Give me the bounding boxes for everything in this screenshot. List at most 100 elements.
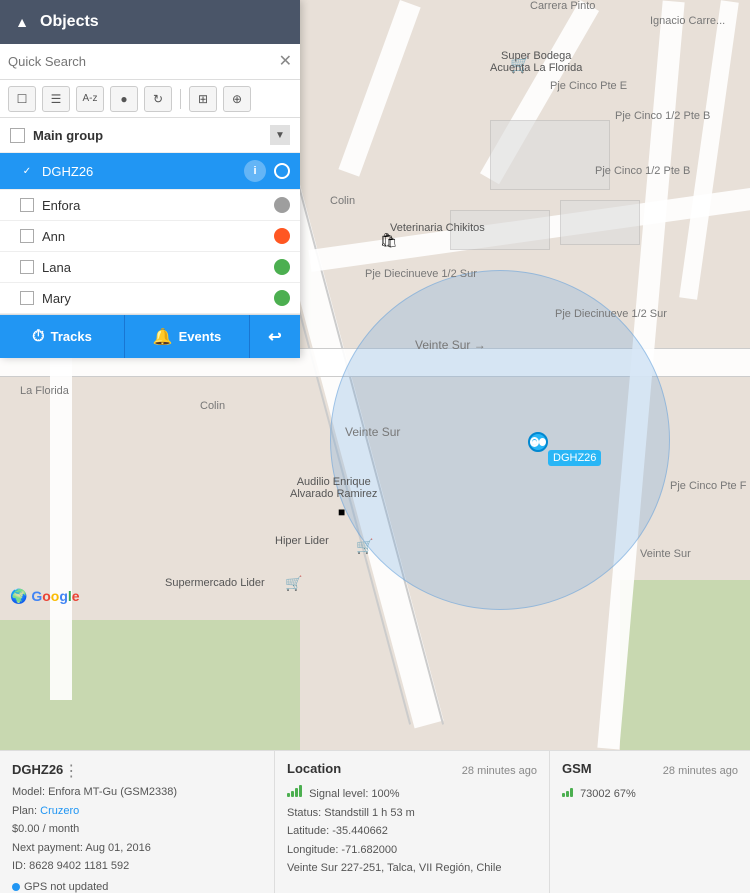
device-title: DGHZ26 [12, 762, 63, 777]
history-button[interactable]: ↩ [250, 315, 300, 358]
group-collapse-button[interactable]: ▼ [270, 125, 290, 145]
group-checkbox[interactable] [10, 128, 25, 143]
device-cost: $0.00 / month [12, 821, 262, 838]
gsm-title: GSM [562, 761, 592, 776]
device-info-col: DGHZ26 ⋮ Model: Enfora MT-Gu (GSM2338) P… [0, 751, 275, 893]
events-label: Events [179, 329, 222, 344]
map-label-top1: Carrera Pinto [530, 0, 595, 12]
object-checkbox-mary[interactable] [20, 291, 34, 305]
gsm-time-ago: 28 minutes ago [663, 765, 738, 777]
gps-status: GPS not updated [12, 879, 262, 893]
navigation-arrow-icon: ▲ [12, 12, 32, 32]
device-id: ID: 8628 9402 1181 592 [12, 858, 262, 875]
status-dot-lana [274, 259, 290, 275]
map-label-pje19b: Pje Diecinueve 1/2 Sur [555, 308, 667, 320]
search-clear-button[interactable]: ✕ [279, 54, 292, 70]
marker-label: DGHZ26 [548, 450, 601, 466]
search-bar: ✕ [0, 44, 300, 80]
object-row-mary[interactable]: Mary [0, 283, 300, 314]
object-row-enfora[interactable]: Enfora [0, 190, 300, 221]
sidebar-header: ▲ Objects [0, 0, 300, 44]
object-name-ann: Ann [42, 229, 266, 244]
tracks-label: Tracks [51, 329, 92, 344]
map-label-pje5f2: Pje Cinco Pte F [670, 480, 746, 492]
status-dot-enfora [274, 197, 290, 213]
status-dot-dghz26 [274, 163, 290, 179]
status-dot-ann [274, 228, 290, 244]
map-label-pteb: Pje Cinco 1/2 Pte B [615, 110, 710, 122]
map-label-audilio: Audilio EnriqueAlvarado Ramirez [290, 476, 377, 500]
object-checkbox-enfora[interactable] [20, 198, 34, 212]
object-checkbox-lana[interactable] [20, 260, 34, 274]
map-label-veintesur3: Veinte Sur [640, 548, 691, 560]
dot-view-button[interactable]: ● [110, 86, 138, 112]
address: Veinte Sur 227-251, Talca, VII Región, C… [287, 860, 537, 877]
map-label-top2: Ignacio Carre... [650, 15, 725, 27]
toolbar-separator [180, 89, 181, 109]
google-logo: 🌍 Google [10, 588, 80, 605]
refresh-button[interactable]: ↻ [144, 86, 172, 112]
tracks-button[interactable]: ⏱ Tracks [0, 315, 125, 358]
object-name-dghz26: DGHZ26 [42, 164, 236, 179]
sidebar-title: Objects [40, 13, 99, 31]
gps-dot-icon [12, 883, 20, 891]
device-model: Model: Enfora MT-Gu (GSM2338) [12, 784, 262, 801]
object-name-lana: Lana [42, 260, 266, 275]
map-label-veintesur: Veinte Sur → [415, 338, 486, 352]
gsm-signal-bars-icon [562, 783, 573, 797]
store-icon-4: 🛒 [356, 538, 373, 555]
sort-az-button[interactable]: A-z [76, 86, 104, 112]
signal-bars-icon [287, 783, 302, 797]
add-button[interactable]: ⊕ [223, 86, 251, 112]
geofence-circle [330, 270, 670, 610]
group-name: Main group [33, 128, 262, 143]
map-label-veintesur2: Veinte Sur [345, 425, 400, 439]
map-label-colin: Colin [330, 195, 355, 207]
events-icon: 🔔 [153, 327, 173, 347]
bottom-buttons: ⏱ Tracks 🔔 Events ↩ [0, 314, 300, 358]
device-menu-button[interactable]: ⋮ [63, 761, 79, 781]
map-label-laflorida: La Florida [20, 385, 69, 397]
location-status: Status: Standstill 1 h 53 m [287, 805, 537, 822]
object-name-enfora: Enfora [42, 198, 266, 213]
map-label-pje5f: Pje Cinco 1/2 Pte B [595, 165, 690, 177]
object-checkbox-ann[interactable] [20, 229, 34, 243]
status-dot-mary [274, 290, 290, 306]
latitude: Latitude: -35.440662 [287, 823, 537, 840]
object-checkbox-dghz26[interactable]: ✓ [20, 164, 34, 178]
plan-link[interactable]: Cruzero [40, 805, 79, 817]
store-icon-5: 🛒 [285, 575, 302, 592]
map-label-pje19: Pje Diecinueve 1/2 Sur [365, 268, 477, 280]
events-button[interactable]: 🔔 Events [125, 315, 250, 358]
store-icon-3: ■ [338, 505, 345, 519]
map-label-superbodega: Super BodegaAcuenta La Florida [490, 50, 582, 74]
grid-view-button[interactable]: ☐ [8, 86, 36, 112]
list-view-button[interactable]: ☰ [42, 86, 70, 112]
gsm-signal: 73002 67% [562, 783, 738, 803]
object-row-dghz26[interactable]: ✓ DGHZ26 i [0, 153, 300, 190]
map-label-hiperlider: Hiper Lider [275, 535, 329, 547]
map-label-superlider: Supermercado Lider [165, 577, 265, 589]
toolbar: ☐ ☰ A-z ● ↻ ⊞ ⊕ [0, 80, 300, 118]
store-icon-2: 🛍 [380, 232, 398, 249]
signal-level: Signal level: 100% [287, 783, 537, 803]
vehicle-marker[interactable] [528, 432, 548, 452]
object-row-ann[interactable]: Ann [0, 221, 300, 252]
info-button-dghz26[interactable]: i [244, 160, 266, 182]
device-plan: Plan: Cruzero [12, 803, 262, 820]
map-label-pjecol: Pje Cinco Pte E [550, 80, 627, 92]
location-time-ago: 28 minutes ago [462, 765, 537, 777]
search-input[interactable] [8, 54, 279, 69]
group-row[interactable]: Main group ▼ [0, 118, 300, 153]
map-label-veterinaria: Veterinaria Chikitos [390, 222, 485, 234]
filter-button[interactable]: ⊞ [189, 86, 217, 112]
device-next-payment: Next payment: Aug 01, 2016 [12, 840, 262, 857]
object-list: Main group ▼ ✓ DGHZ26 i Enfora Ann Lana [0, 118, 300, 314]
object-name-mary: Mary [42, 291, 266, 306]
longitude: Longitude: -71.682000 [287, 842, 537, 859]
info-panel: DGHZ26 ⋮ Model: Enfora MT-Gu (GSM2338) P… [0, 750, 750, 893]
sidebar-panel: ▲ Objects ✕ ☐ ☰ A-z ● ↻ ⊞ ⊕ Main group ▼… [0, 0, 300, 358]
tracks-icon: ⏱ [32, 328, 44, 346]
history-icon: ↩ [268, 327, 281, 347]
object-row-lana[interactable]: Lana [0, 252, 300, 283]
